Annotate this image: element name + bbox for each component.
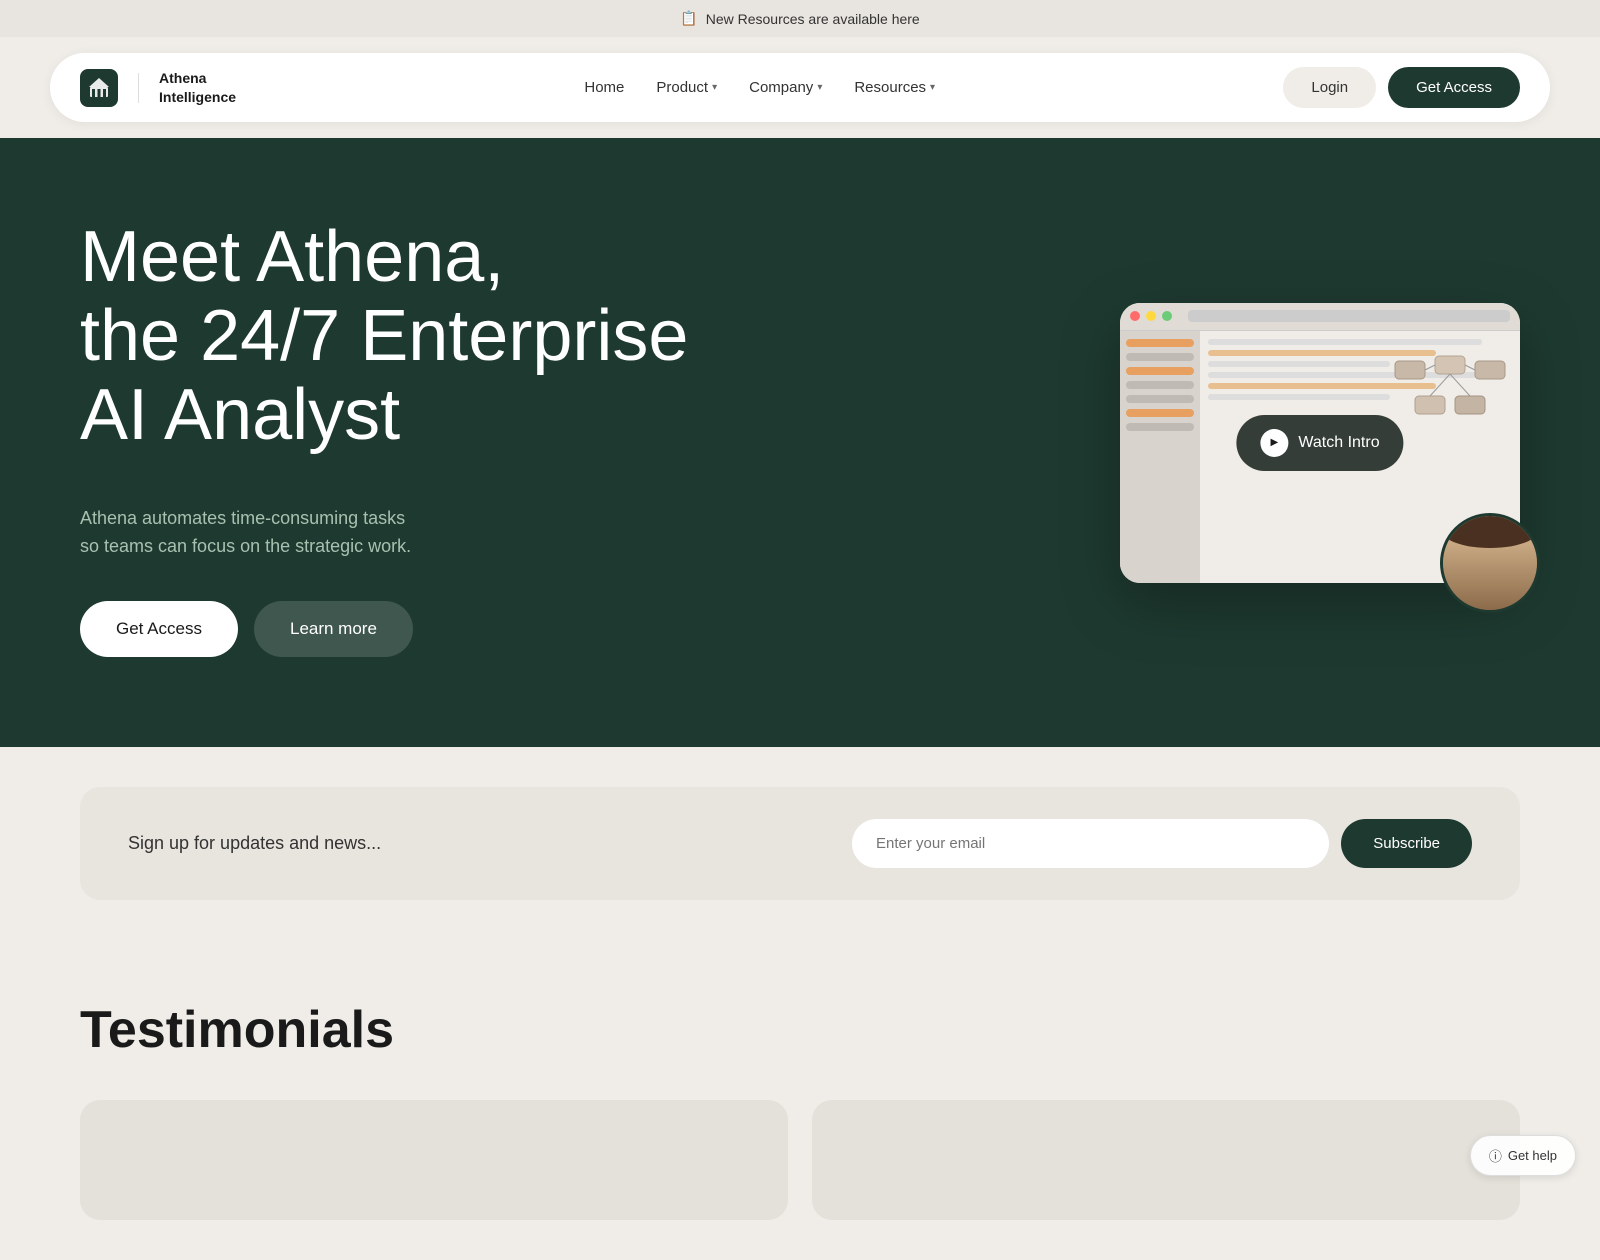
banner-icon: 📋	[680, 10, 697, 27]
hero-buttons: Get Access Learn more	[80, 601, 688, 657]
logo-divider	[138, 73, 139, 103]
sidebar-line-4	[1126, 381, 1194, 389]
sidebar-line-6	[1126, 409, 1194, 417]
help-icon: ⓘ	[1489, 1146, 1502, 1165]
content-line-6	[1208, 394, 1390, 400]
newsletter-form: Subscribe	[852, 819, 1472, 868]
banner-text: New Resources are available here	[706, 11, 920, 27]
login-button[interactable]: Login	[1283, 67, 1376, 108]
hero-title: Meet Athena, the 24/7 Enterprise AI Anal…	[80, 218, 688, 456]
sidebar-line-7	[1126, 423, 1194, 431]
dot-yellow	[1146, 311, 1156, 321]
hero-content: Meet Athena, the 24/7 Enterprise AI Anal…	[80, 218, 688, 657]
nav-links: Home Product ▾ Company ▾ Resources ▾	[584, 79, 935, 96]
content-line-3	[1208, 361, 1390, 367]
product-chevron-icon: ▾	[712, 82, 717, 93]
subscribe-button[interactable]: Subscribe	[1341, 819, 1472, 868]
company-chevron-icon: ▾	[817, 82, 822, 93]
address-bar	[1188, 310, 1510, 322]
newsletter-section: Sign up for updates and news... Subscrib…	[0, 747, 1600, 940]
play-icon: ▶	[1260, 429, 1288, 457]
testimonial-cards	[80, 1100, 1520, 1220]
navbar: Athena Intelligence Home Product ▾ Compa…	[50, 53, 1550, 122]
hero-get-access-button[interactable]: Get Access	[80, 601, 238, 657]
testimonial-card-1	[80, 1100, 788, 1220]
hero-learn-more-button[interactable]: Learn more	[254, 601, 413, 657]
email-input[interactable]	[852, 819, 1329, 868]
sidebar-line-3	[1126, 367, 1194, 375]
newsletter-label: Sign up for updates and news...	[128, 833, 381, 854]
logo[interactable]: Athena Intelligence	[80, 69, 236, 107]
testimonials-section: Testimonials	[0, 940, 1600, 1260]
sidebar-line-5	[1126, 395, 1194, 403]
hero-video-card[interactable]: ▶ Watch Intro	[1120, 303, 1520, 583]
testimonials-title: Testimonials	[80, 1000, 1520, 1060]
presenter-thumbnail	[1440, 513, 1540, 613]
hero-section: Meet Athena, the 24/7 Enterprise AI Anal…	[0, 138, 1600, 747]
watch-intro-button[interactable]: ▶ Watch Intro	[1236, 415, 1403, 471]
dot-red	[1130, 311, 1140, 321]
nav-resources[interactable]: Resources ▾	[854, 79, 935, 96]
logo-icon	[80, 69, 118, 107]
help-button[interactable]: ⓘ Get help	[1470, 1135, 1576, 1176]
screenshot-sidebar	[1120, 331, 1200, 583]
presenter-face	[1443, 516, 1537, 610]
content-line-1	[1208, 339, 1482, 345]
flow-diagram	[1390, 351, 1510, 431]
dot-green	[1162, 311, 1172, 321]
nav-company[interactable]: Company ▾	[749, 79, 822, 96]
sidebar-line-2	[1126, 353, 1194, 361]
nav-home[interactable]: Home	[584, 79, 624, 96]
top-banner: 📋 New Resources are available here	[0, 0, 1600, 37]
sidebar-line-1	[1126, 339, 1194, 347]
navbar-get-access-button[interactable]: Get Access	[1388, 67, 1520, 108]
hero-description: Athena automates time-consuming tasks so…	[80, 504, 688, 562]
logo-text: Athena Intelligence	[159, 69, 236, 105]
nav-product[interactable]: Product ▾	[656, 79, 717, 96]
navbar-actions: Login Get Access	[1283, 67, 1520, 108]
newsletter-card: Sign up for updates and news... Subscrib…	[80, 787, 1520, 900]
resources-chevron-icon: ▾	[930, 82, 935, 93]
watch-intro-text: Watch Intro	[1298, 434, 1379, 452]
help-label: Get help	[1508, 1148, 1557, 1163]
screenshot-topbar	[1120, 303, 1520, 331]
presenter-hair	[1443, 516, 1537, 549]
testimonial-card-2	[812, 1100, 1520, 1220]
